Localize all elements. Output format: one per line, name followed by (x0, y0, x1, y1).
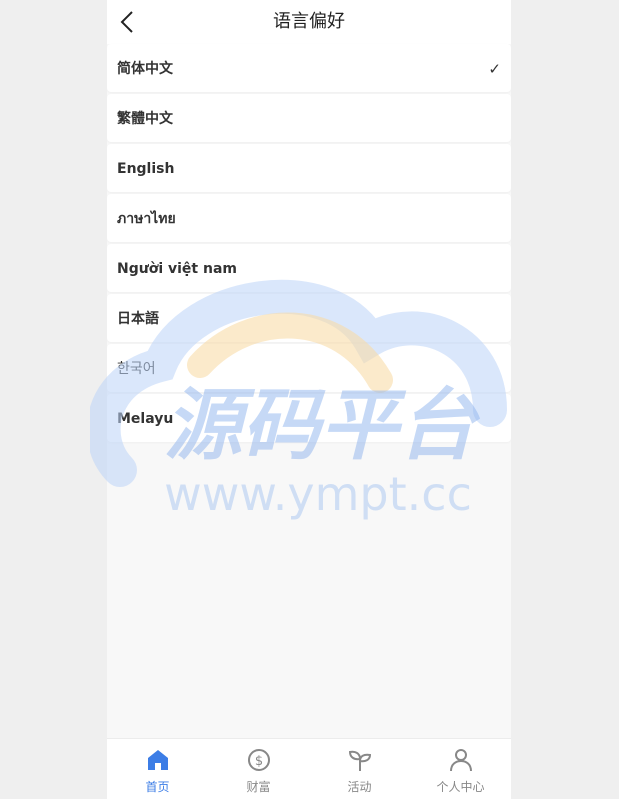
svg-text:$: $ (254, 754, 262, 769)
language-label: ภาษาไทย (117, 211, 176, 227)
language-label: 简体中文 (117, 61, 173, 77)
language-label: 한국어 (117, 361, 156, 377)
language-option-vietnamese[interactable]: Người việt nam (107, 244, 511, 292)
tab-label: 个人中心 (436, 780, 485, 794)
home-icon (147, 750, 168, 770)
tab-profile[interactable]: 个人中心 (410, 739, 511, 799)
language-option-simplified-chinese[interactable]: 简体中文 ✓ (107, 44, 511, 92)
dollar-coin-icon: $ (247, 749, 270, 771)
language-label: Người việt nam (117, 261, 237, 277)
language-list: 简体中文 ✓ 繁體中文 English ภาษาไทย Người việt n… (107, 44, 511, 444)
language-label: 繁體中文 (117, 111, 173, 127)
tab-wealth[interactable]: $ 财富 (208, 739, 309, 799)
bottom-tab-bar: 首页 $ 财富 活动 个人中心 (107, 738, 511, 799)
page-title: 语言偏好 (273, 11, 345, 32)
selected-check-icon: ✓ (488, 60, 501, 78)
language-option-thai[interactable]: ภาษาไทย (107, 194, 511, 242)
tab-label: 活动 (347, 780, 372, 794)
language-label: English (117, 161, 175, 177)
user-icon (449, 749, 472, 772)
language-option-english[interactable]: English (107, 144, 511, 192)
language-option-traditional-chinese[interactable]: 繁體中文 (107, 94, 511, 142)
sprout-icon (348, 750, 371, 771)
tab-label: 财富 (246, 780, 271, 794)
language-option-korean[interactable]: 한국어 (107, 344, 511, 392)
app-screen: 语言偏好 简体中文 ✓ 繁體中文 English ภาษาไทย Người v… (107, 0, 511, 799)
language-option-malay[interactable]: Melayu (107, 394, 511, 442)
tab-label: 首页 (145, 780, 170, 794)
tab-activity[interactable]: 活动 (309, 739, 410, 799)
top-nav-bar: 语言偏好 (107, 0, 511, 44)
language-option-japanese[interactable]: 日本語 (107, 294, 511, 342)
tab-home[interactable]: 首页 (107, 739, 208, 799)
language-label: 日本語 (117, 311, 159, 327)
language-label: Melayu (117, 411, 174, 427)
